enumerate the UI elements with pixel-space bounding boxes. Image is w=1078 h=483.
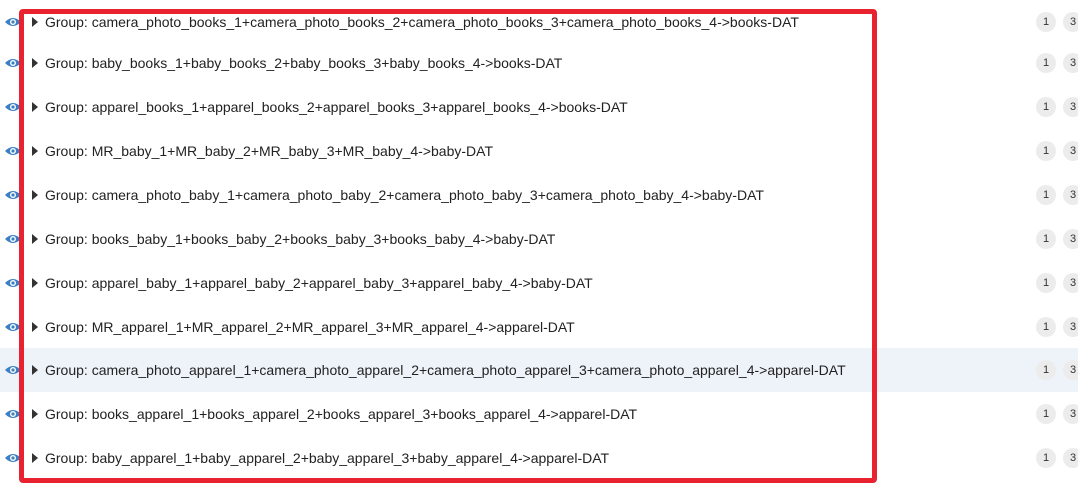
eye-icon[interactable] xyxy=(4,145,22,157)
eye-icon[interactable] xyxy=(4,233,22,245)
eye-icon[interactable] xyxy=(4,277,22,289)
group-row[interactable]: Group: camera_photo_baby_1+camera_photo_… xyxy=(0,173,1078,217)
group-row[interactable]: Group: MR_baby_1+MR_baby_2+MR_baby_3+MR_… xyxy=(0,129,1078,173)
group-label: Group: camera_photo_baby_1+camera_photo_… xyxy=(45,187,764,203)
group-label: Group: books_baby_1+books_baby_2+books_b… xyxy=(45,231,556,247)
count-badge: 1 xyxy=(1036,448,1056,468)
group-label: Group: MR_apparel_1+MR_apparel_2+MR_appa… xyxy=(45,319,575,335)
count-badge: 1 xyxy=(1036,273,1056,293)
count-badge: 3 xyxy=(1063,360,1078,380)
count-badge: 1 xyxy=(1036,404,1056,424)
group-label: Group: camera_photo_apparel_1+camera_pho… xyxy=(45,362,846,378)
count-badge: 1 xyxy=(1036,97,1056,117)
caret-right-icon[interactable] xyxy=(32,322,38,332)
count-badge: 1 xyxy=(1036,229,1056,249)
caret-right-icon[interactable] xyxy=(32,17,38,27)
caret-right-icon[interactable] xyxy=(32,409,38,419)
eye-icon[interactable] xyxy=(4,452,22,464)
caret-right-icon[interactable] xyxy=(32,278,38,288)
eye-icon[interactable] xyxy=(4,321,22,333)
count-badge: 1 xyxy=(1036,53,1056,73)
group-row[interactable]: Group: camera_photo_books_1+camera_photo… xyxy=(0,0,1078,44)
count-badge: 3 xyxy=(1063,141,1078,161)
group-label: Group: baby_apparel_1+baby_apparel_2+bab… xyxy=(45,450,610,466)
group-row[interactable]: Group: baby_apparel_1+baby_apparel_2+bab… xyxy=(0,436,1078,480)
caret-right-icon[interactable] xyxy=(32,234,38,244)
count-badge: 3 xyxy=(1063,12,1078,32)
count-badge: 3 xyxy=(1063,97,1078,117)
caret-right-icon[interactable] xyxy=(32,190,38,200)
group-row[interactable]: Group: apparel_baby_1+apparel_baby_2+app… xyxy=(0,261,1078,305)
eye-icon[interactable] xyxy=(4,189,22,201)
group-row[interactable]: Group: camera_photo_apparel_1+camera_pho… xyxy=(0,348,1078,392)
count-badge: 1 xyxy=(1036,185,1056,205)
count-badge: 3 xyxy=(1063,448,1078,468)
count-badge: 1 xyxy=(1036,12,1056,32)
group-label: Group: apparel_baby_1+apparel_baby_2+app… xyxy=(45,275,593,291)
count-badge: 1 xyxy=(1036,317,1056,337)
group-row[interactable]: Group: MR_apparel_1+MR_apparel_2+MR_appa… xyxy=(0,305,1078,349)
count-badge: 1 xyxy=(1036,360,1056,380)
eye-icon[interactable] xyxy=(4,364,22,376)
caret-right-icon[interactable] xyxy=(32,453,38,463)
group-label: Group: apparel_books_1+apparel_books_2+a… xyxy=(45,99,628,115)
group-label: Group: MR_baby_1+MR_baby_2+MR_baby_3+MR_… xyxy=(45,143,493,159)
count-badge: 3 xyxy=(1063,185,1078,205)
caret-right-icon[interactable] xyxy=(32,146,38,156)
group-list: Group: camera_photo_books_1+camera_photo… xyxy=(0,0,1078,481)
caret-right-icon[interactable] xyxy=(32,102,38,112)
group-label: Group: baby_books_1+baby_books_2+baby_bo… xyxy=(45,55,563,71)
group-row[interactable]: Group: baby_books_1+baby_books_2+baby_bo… xyxy=(0,41,1078,85)
caret-right-icon[interactable] xyxy=(32,365,38,375)
count-badge: 3 xyxy=(1063,53,1078,73)
eye-icon[interactable] xyxy=(4,16,22,28)
group-label: Group: books_apparel_1+books_apparel_2+b… xyxy=(45,406,638,422)
count-badge: 3 xyxy=(1063,229,1078,249)
eye-icon[interactable] xyxy=(4,57,22,69)
count-badge: 3 xyxy=(1063,404,1078,424)
group-label: Group: camera_photo_books_1+camera_photo… xyxy=(45,14,799,30)
count-badge: 3 xyxy=(1063,273,1078,293)
count-badge: 3 xyxy=(1063,317,1078,337)
group-row[interactable]: Group: books_apparel_1+books_apparel_2+b… xyxy=(0,392,1078,436)
eye-icon[interactable] xyxy=(4,408,22,420)
group-row[interactable]: Group: apparel_books_1+apparel_books_2+a… xyxy=(0,85,1078,129)
count-badge: 1 xyxy=(1036,141,1056,161)
eye-icon[interactable] xyxy=(4,101,22,113)
caret-right-icon[interactable] xyxy=(32,58,38,68)
group-row[interactable]: Group: books_baby_1+books_baby_2+books_b… xyxy=(0,217,1078,261)
